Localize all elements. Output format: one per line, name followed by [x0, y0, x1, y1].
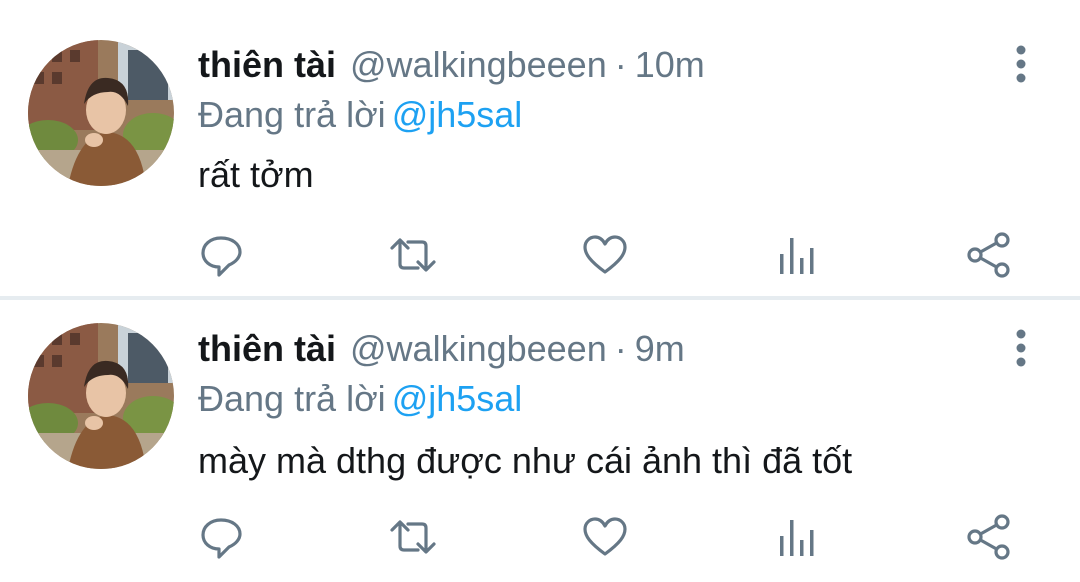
share-icon[interactable]: [964, 230, 1014, 280]
reply-icon[interactable]: [196, 512, 246, 562]
author-name[interactable]: thiên tài: [198, 44, 336, 85]
author-name[interactable]: thiên tài: [198, 328, 336, 369]
share-icon[interactable]: [964, 512, 1014, 562]
avatar[interactable]: [28, 323, 174, 469]
tweet[interactable]: thiên tài @walkingbeeen · 9m Đang trả lời @j…: [0, 300, 1080, 582]
tweet-header: thiên tài @walkingbeeen · 10m: [198, 42, 705, 88]
timestamp[interactable]: 9m: [635, 328, 685, 369]
reply-prefix: Đang trả lời: [198, 378, 386, 419]
retweet-icon[interactable]: [388, 230, 438, 280]
more-options-icon[interactable]: [1004, 44, 1038, 84]
timestamp[interactable]: 10m: [635, 44, 705, 85]
more-options-icon[interactable]: [1004, 328, 1038, 368]
tweet-text: mày mà dthg được như cái ảnh thì đã tốt: [198, 440, 853, 481]
like-icon[interactable]: [580, 230, 630, 280]
tweet[interactable]: thiên tài @walkingbeeen · 10m Đang trả lời @…: [0, 0, 1080, 296]
author-handle[interactable]: @walkingbeeen: [350, 328, 607, 369]
reply-mention-link[interactable]: @jh5sal: [392, 378, 523, 419]
author-handle[interactable]: @walkingbeeen: [350, 44, 607, 85]
reply-context: Đang trả lời @jh5sal: [198, 376, 522, 422]
separator: ·: [614, 44, 627, 85]
avatar[interactable]: [28, 40, 174, 186]
reply-prefix: Đang trả lời: [198, 94, 386, 135]
reply-context: Đang trả lời @jh5sal: [198, 92, 522, 138]
reply-mention-link[interactable]: @jh5sal: [392, 94, 523, 135]
retweet-icon[interactable]: [388, 512, 438, 562]
analytics-icon[interactable]: [772, 230, 822, 280]
like-icon[interactable]: [580, 512, 630, 562]
tweet-header: thiên tài @walkingbeeen · 9m: [198, 326, 685, 372]
analytics-icon[interactable]: [772, 512, 822, 562]
reply-icon[interactable]: [196, 230, 246, 280]
tweet-text: rất tởm: [198, 154, 314, 195]
separator: ·: [614, 328, 627, 369]
